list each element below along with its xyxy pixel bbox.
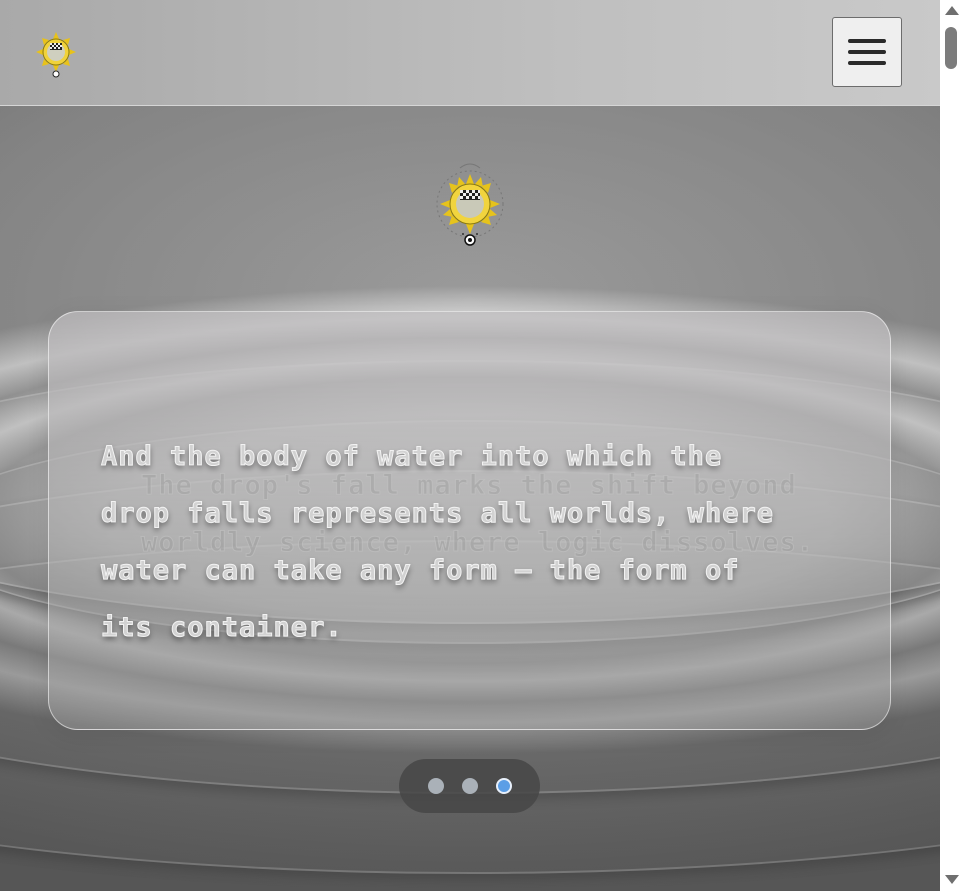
page-background: The drop's fall marks the shift beyond w…	[0, 0, 940, 891]
hero-logo	[432, 158, 508, 252]
carousel-dot-1[interactable]	[427, 778, 444, 794]
site-logo-link[interactable]	[32, 26, 80, 78]
vertical-scrollbar[interactable]	[940, 0, 963, 891]
menu-toggle-button[interactable]	[832, 17, 902, 87]
active-slide-text: And the body of water into which the dro…	[101, 441, 774, 644]
sunflower-emblem-icon	[436, 163, 504, 246]
carousel-indicators	[399, 759, 540, 813]
menu-bar	[848, 39, 886, 43]
site-header	[0, 0, 940, 106]
scroll-down-arrow-icon[interactable]	[945, 875, 959, 884]
scrollbar-thumb[interactable]	[945, 27, 957, 69]
scroll-up-arrow-icon[interactable]	[945, 6, 959, 15]
quote-carousel-card: The drop's fall marks the shift beyond w…	[48, 311, 891, 730]
menu-bar	[848, 61, 886, 65]
sunflower-emblem-icon	[36, 32, 76, 78]
carousel-dot-2[interactable]	[461, 778, 478, 794]
menu-bar	[848, 50, 886, 54]
carousel-dot-3[interactable]	[495, 778, 512, 794]
